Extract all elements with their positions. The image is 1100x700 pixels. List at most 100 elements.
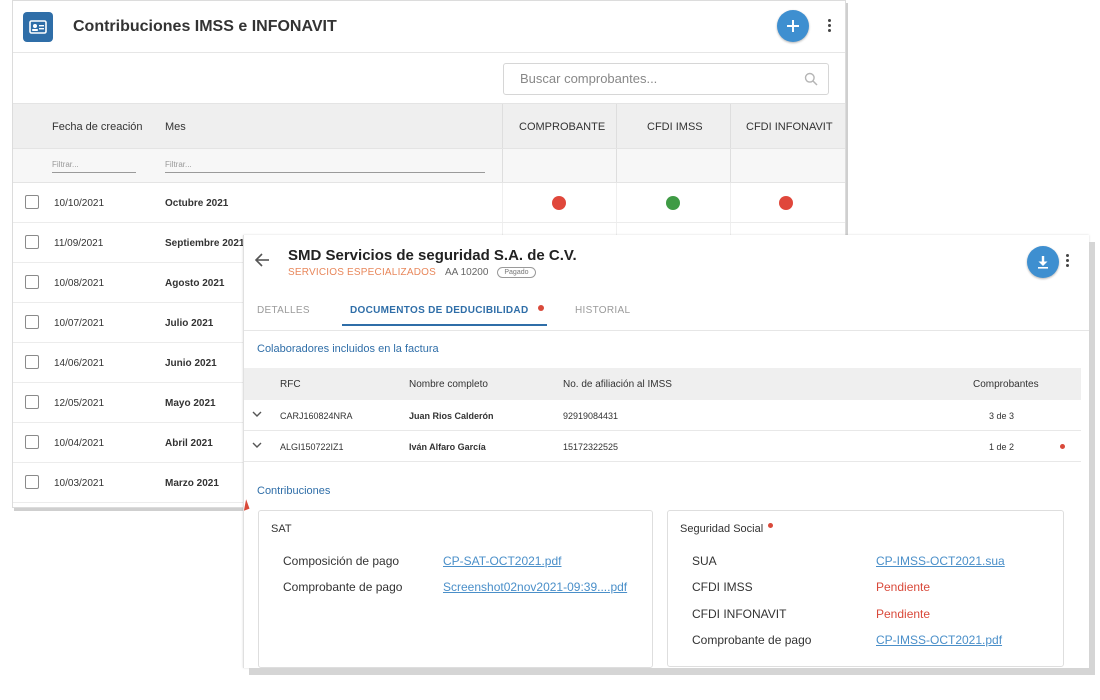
cfdi-infonavit-status-dot[interactable] <box>779 196 793 210</box>
sat-label: Composición de pago <box>283 554 400 568</box>
collaborator-rfc: CARJ160824NRA <box>280 411 353 421</box>
status-badge: Pagado <box>497 267 536 278</box>
row-checkbox[interactable] <box>25 475 39 489</box>
collaborator-row[interactable]: ALGI150722IZ1 Iván Alfaro García 1517232… <box>244 431 1081 462</box>
column-header-cfdi-infonavit[interactable]: CFDI INFONAVIT <box>746 121 833 133</box>
collaborator-comprobantes: 1 de 2 <box>989 442 1015 452</box>
filter-fecha-input[interactable] <box>52 157 136 173</box>
collaborator-rfc: ALGI150722IZ1 <box>280 442 344 452</box>
search-box <box>503 63 829 95</box>
collaborators-table-header: RFC Nombre completo No. de afiliación al… <box>244 368 1081 400</box>
collaborator-comprobantes: 3 de 3 <box>989 411 1015 421</box>
row-month: Junio 2021 <box>165 358 217 369</box>
company-title: SMD Servicios de seguridad S.A. de C.V. <box>288 247 577 264</box>
collaborator-name: Iván Alfaro García <box>409 442 486 452</box>
sat-composicion-link[interactable]: CP-SAT-OCT2021.pdf <box>443 554 562 568</box>
table-header: Fecha de creación Mes COMPROBANTE CFDI I… <box>13 103 845 149</box>
social-label: CFDI IMSS <box>692 580 753 594</box>
collaborator-afiliacion: 92919084431 <box>563 411 619 421</box>
tab-documentos-deducibilidad[interactable]: DOCUMENTOS DE DEDUCIBILIDAD <box>350 305 528 316</box>
column-header-mes[interactable]: Mes <box>165 121 186 133</box>
social-security-card: Seguridad Social SUA CP-IMSS-OCT2021.sua… <box>667 510 1064 667</box>
arrow-left-icon[interactable] <box>254 253 270 267</box>
collaborator-afiliacion: 15172322525 <box>563 442 619 452</box>
row-date: 12/05/2021 <box>54 398 105 409</box>
search-icon[interactable] <box>804 72 818 86</box>
search-row <box>13 53 845 103</box>
chevron-down-icon[interactable] <box>252 411 262 418</box>
cfdi-imss-status-dot[interactable] <box>666 196 680 210</box>
service-category: SERVICIOS ESPECIALIZADOS <box>288 267 436 278</box>
row-date: 10/04/2021 <box>54 438 105 449</box>
row-checkbox[interactable] <box>25 435 39 449</box>
filter-row <box>13 149 845 183</box>
row-month: Octubre 2021 <box>165 198 229 209</box>
pending-indicator-dot <box>768 523 773 528</box>
table-row[interactable]: 10/10/2021 Octubre 2021 <box>13 183 845 223</box>
collaborator-name: Juan Rios Calderón <box>409 411 494 421</box>
social-card-title: Seguridad Social <box>680 523 764 535</box>
row-date: 10/08/2021 <box>54 278 105 289</box>
row-checkbox[interactable] <box>25 195 39 209</box>
column-header-comprobantes: Comprobantes <box>973 379 1039 390</box>
row-checkbox[interactable] <box>25 275 39 289</box>
page-title: Contribuciones IMSS e INFONAVIT <box>73 17 337 35</box>
comprobante-status-dot[interactable] <box>552 196 566 210</box>
sat-card-title: SAT <box>271 523 292 535</box>
active-tab-indicator <box>342 324 547 326</box>
search-input[interactable] <box>520 71 790 86</box>
company-subtitle: SERVICIOS ESPECIALIZADOS AA 10200 Pagado <box>288 267 536 278</box>
add-button[interactable] <box>777 10 809 42</box>
row-month: Mayo 2021 <box>165 398 216 409</box>
column-header-afiliacion: No. de afiliación al IMSS <box>563 379 672 390</box>
row-month: Abril 2021 <box>165 438 213 449</box>
list-header: Contribuciones IMSS e INFONAVIT <box>13 1 845 53</box>
invoice-detail-window: SMD Servicios de seguridad S.A. de C.V. … <box>243 235 1089 668</box>
social-label: Comprobante de pago <box>692 633 812 647</box>
download-icon <box>1038 256 1048 269</box>
column-header-cfdi-imss[interactable]: CFDI IMSS <box>647 121 703 133</box>
row-month: Septiembre 2021 <box>165 238 245 249</box>
download-button[interactable] <box>1027 246 1059 278</box>
row-date: 11/09/2021 <box>54 238 104 249</box>
imss-comprobante-link[interactable]: CP-IMSS-OCT2021.pdf <box>876 633 1002 647</box>
row-date: 14/06/2021 <box>54 358 105 369</box>
chevron-down-icon[interactable] <box>252 442 262 449</box>
column-header-fecha[interactable]: Fecha de creación <box>52 121 143 133</box>
more-vert-icon[interactable] <box>1065 254 1069 267</box>
row-checkbox[interactable] <box>25 395 39 409</box>
notification-dot <box>538 305 544 311</box>
more-vert-icon[interactable] <box>827 19 831 32</box>
tab-detalles[interactable]: DETALLES <box>257 305 310 316</box>
filter-mes-input[interactable] <box>165 157 485 173</box>
id-card-icon <box>23 11 53 42</box>
column-header-nombre: Nombre completo <box>409 379 488 390</box>
sat-label: Comprobante de pago <box>283 580 403 594</box>
pending-indicator-dot <box>1060 444 1065 449</box>
sua-file-link[interactable]: CP-IMSS-OCT2021.sua <box>876 554 1005 568</box>
row-date: 10/07/2021 <box>54 318 105 329</box>
cfdi-imss-status: Pendiente <box>876 580 931 594</box>
collaborator-row[interactable]: CARJ160824NRA Juan Rios Calderón 9291908… <box>244 400 1081 431</box>
tab-bar: DETALLES DOCUMENTOS DE DEDUCIBILIDAD HIS… <box>244 297 1089 331</box>
contributions-section-title: Contribuciones <box>257 485 331 497</box>
social-label: CFDI INFONAVIT <box>692 607 787 621</box>
row-date: 10/10/2021 <box>54 198 105 209</box>
row-date: 10/03/2021 <box>54 478 105 489</box>
row-month: Julio 2021 <box>165 318 214 329</box>
cfdi-infonavit-status: Pendiente <box>876 607 931 621</box>
tab-historial[interactable]: HISTORIAL <box>575 305 630 316</box>
detail-header: SMD Servicios de seguridad S.A. de C.V. … <box>244 235 1089 297</box>
collaborators-section-title: Colaboradores incluidos en la factura <box>257 343 439 355</box>
sat-card: SAT Composición de pago CP-SAT-OCT2021.p… <box>258 510 653 668</box>
row-checkbox[interactable] <box>25 355 39 369</box>
column-header-rfc: RFC <box>280 379 301 390</box>
column-header-comprobante[interactable]: COMPROBANTE <box>519 121 605 133</box>
row-month: Marzo 2021 <box>165 478 219 489</box>
row-checkbox[interactable] <box>25 315 39 329</box>
row-checkbox[interactable] <box>25 235 39 249</box>
social-label: SUA <box>692 554 717 568</box>
sat-comprobante-link[interactable]: Screenshot02nov2021-09:39....pdf <box>443 580 627 594</box>
plus-icon <box>787 20 799 32</box>
invoice-code: AA 10200 <box>445 267 489 278</box>
